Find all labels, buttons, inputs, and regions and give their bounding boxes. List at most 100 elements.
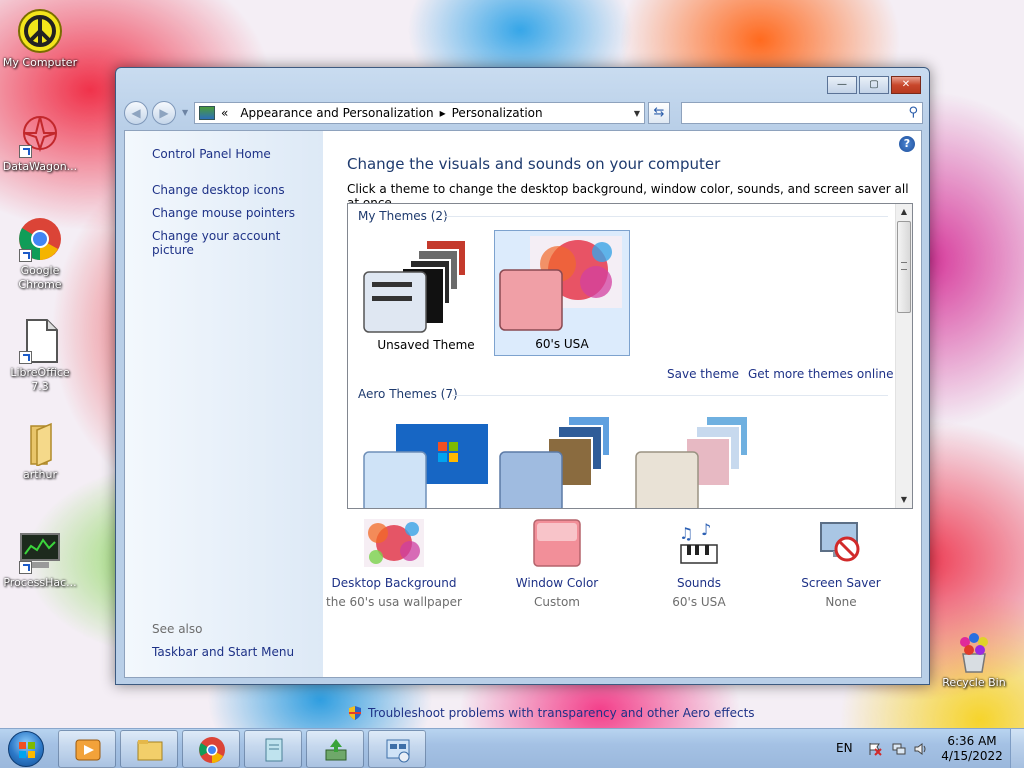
sidebar-link-taskbar-start-menu[interactable]: Taskbar and Start Menu [152, 645, 294, 659]
breadcrumb-personalization[interactable]: Personalization [452, 106, 543, 120]
forward-arrow-icon: ▶ [159, 106, 169, 120]
taskbar-explorer[interactable] [120, 730, 178, 768]
minimize-icon: — [837, 79, 847, 90]
media-player-icon [75, 739, 101, 761]
search-icon[interactable]: ⚲ [908, 105, 918, 120]
show-desktop-button[interactable] [1010, 729, 1024, 768]
process-hacker-icon [17, 528, 63, 574]
caption-buttons: — ▢ ✕ [827, 76, 921, 94]
taskbar-notepad[interactable] [244, 730, 302, 768]
peace-sign-icon [17, 8, 63, 54]
windows-7-theme-thumbnail [363, 424, 488, 508]
sounds-setting[interactable]: ♫ ♪ Sounds 60's USA [629, 519, 769, 609]
desktop-icon-label: arthur [22, 468, 58, 481]
recent-pages-dropdown[interactable]: ▼ [182, 108, 188, 117]
theme-list-scrollbar[interactable]: ▲ ▼ [895, 204, 912, 508]
help-button[interactable]: ? [899, 136, 915, 152]
scrollbar-thumb[interactable] [897, 221, 911, 313]
setting-title[interactable]: Window Color [487, 576, 627, 590]
desktop-icon-label: Recycle Bin [942, 676, 1006, 689]
back-button[interactable]: ◀ [124, 101, 148, 125]
chrome-icon [17, 216, 63, 262]
setting-title[interactable]: Screen Saver [771, 576, 911, 590]
refresh-button[interactable]: ⇆ [648, 102, 670, 124]
scroll-up-icon[interactable]: ▲ [896, 204, 912, 220]
clock-date: 4/15/2022 [941, 749, 1003, 763]
notepad-icon [265, 738, 283, 762]
setting-title[interactable]: Desktop Background [324, 576, 464, 590]
theme-name: Unsaved Theme [377, 338, 475, 352]
get-more-themes-link[interactable]: Get more themes online [748, 367, 894, 381]
theme-windows-7[interactable] [358, 410, 494, 508]
address-prefix[interactable]: « [221, 106, 228, 120]
desktop-icon-arthur[interactable]: arthur [0, 420, 80, 482]
action-center-icon[interactable] [868, 742, 882, 756]
forward-button[interactable]: ▶ [152, 101, 176, 125]
taskbar-installer[interactable] [306, 730, 364, 768]
theme-nature[interactable] [630, 410, 766, 508]
chrome-icon [199, 737, 225, 763]
search-input[interactable] [682, 103, 892, 123]
desktop-icon-libreoffice[interactable]: LibreOffice 7.3 [0, 318, 80, 394]
desktop-icon-datawagon[interactable]: DataWagon... [0, 112, 80, 174]
minimize-button[interactable]: — [827, 76, 857, 94]
taskbar-chrome[interactable] [182, 730, 240, 768]
aero-themes-heading: Aero Themes (7) [358, 387, 458, 401]
shortcut-arrow-icon [19, 561, 32, 574]
system-clock[interactable]: 6:36 AM 4/15/2022 [940, 734, 1004, 764]
volume-icon[interactable] [914, 742, 928, 756]
desktop-background-setting[interactable]: Desktop Background the 60's usa wallpape… [324, 519, 464, 609]
setting-subtitle: Custom [534, 595, 580, 609]
unsaved-theme-thumbnail [363, 239, 467, 333]
theme-architecture[interactable] [494, 410, 630, 508]
troubleshoot-row: Troubleshoot problems with transparency … [347, 705, 755, 721]
page-title: Change the visuals and sounds on your co… [347, 155, 721, 173]
desktop-icon-label: My Computer [2, 56, 78, 69]
libreoffice-icon [17, 318, 63, 364]
recycle-bin-flowers-icon [951, 628, 997, 674]
search-box[interactable]: ⚲ [681, 102, 923, 124]
breadcrumb-appearance[interactable]: Appearance and Personalization [240, 106, 433, 120]
desktop-icon-recycle-bin[interactable]: Recycle Bin [934, 628, 1014, 690]
close-icon: ✕ [901, 79, 911, 90]
explorer-folder-icon [137, 740, 163, 761]
window-content: Control Panel Home Change desktop icons … [124, 130, 922, 720]
address-bar[interactable]: « Appearance and Personalization ▸ Perso… [194, 102, 645, 124]
desktop-icon-label: DataWagon... [2, 160, 78, 173]
desktop-icon-processhacker[interactable]: ProcessHac... [0, 528, 80, 590]
save-theme-link[interactable]: Save theme [667, 367, 739, 381]
maximize-button[interactable]: ▢ [859, 76, 889, 94]
scroll-down-icon[interactable]: ▼ [896, 492, 912, 508]
tie-dye-wallpaper-icon [364, 519, 424, 567]
group-divider [444, 216, 888, 217]
screen-saver-setting[interactable]: Screen Saver None [771, 519, 911, 609]
setting-title[interactable]: Sounds [629, 576, 769, 590]
troubleshoot-link[interactable]: Troubleshoot problems with transparency … [368, 706, 755, 720]
desktop-icon-google-chrome[interactable]: Google Chrome [0, 216, 80, 292]
breadcrumb-separator[interactable]: ▸ [440, 106, 446, 120]
no-screensaver-icon [820, 522, 860, 562]
taskbar: EN 6:36 AM 4/15/2022 [0, 728, 1024, 768]
theme-unsaved[interactable]: Unsaved Theme [358, 230, 494, 356]
sidebar-link-account-picture[interactable]: Change your account picture [152, 229, 323, 257]
setting-subtitle: the 60's usa wallpaper [326, 595, 462, 609]
address-dropdown-icon[interactable]: ▼ [630, 109, 644, 118]
window-color-setting[interactable]: Window Color Custom [487, 519, 627, 609]
sidebar-link-control-panel-home[interactable]: Control Panel Home [152, 147, 271, 161]
control-panel-icon [199, 106, 215, 120]
taskbar-media-player[interactable] [58, 730, 116, 768]
sidebar-link-desktop-icons[interactable]: Change desktop icons [152, 183, 285, 197]
theme-list: My Themes (2) Unsaved Theme 60's USA Sav… [347, 203, 913, 509]
svg-text:♫: ♫ [679, 524, 693, 543]
start-button[interactable] [2, 730, 52, 768]
theme-60s-usa[interactable]: 60's USA [494, 230, 630, 356]
close-button[interactable]: ✕ [891, 76, 921, 94]
personalization-window: — ▢ ✕ ◀ ▶ ▼ « Appearance and Personaliza… [115, 67, 930, 720]
shield-icon [349, 706, 361, 720]
taskbar-control-panel[interactable] [368, 730, 426, 768]
network-icon[interactable] [892, 742, 906, 756]
sidebar-link-mouse-pointers[interactable]: Change mouse pointers [152, 206, 295, 220]
desktop-icon-my-computer[interactable]: My Computer [0, 8, 80, 70]
language-indicator[interactable]: EN [836, 741, 853, 755]
scrollbar-grip [901, 262, 907, 270]
